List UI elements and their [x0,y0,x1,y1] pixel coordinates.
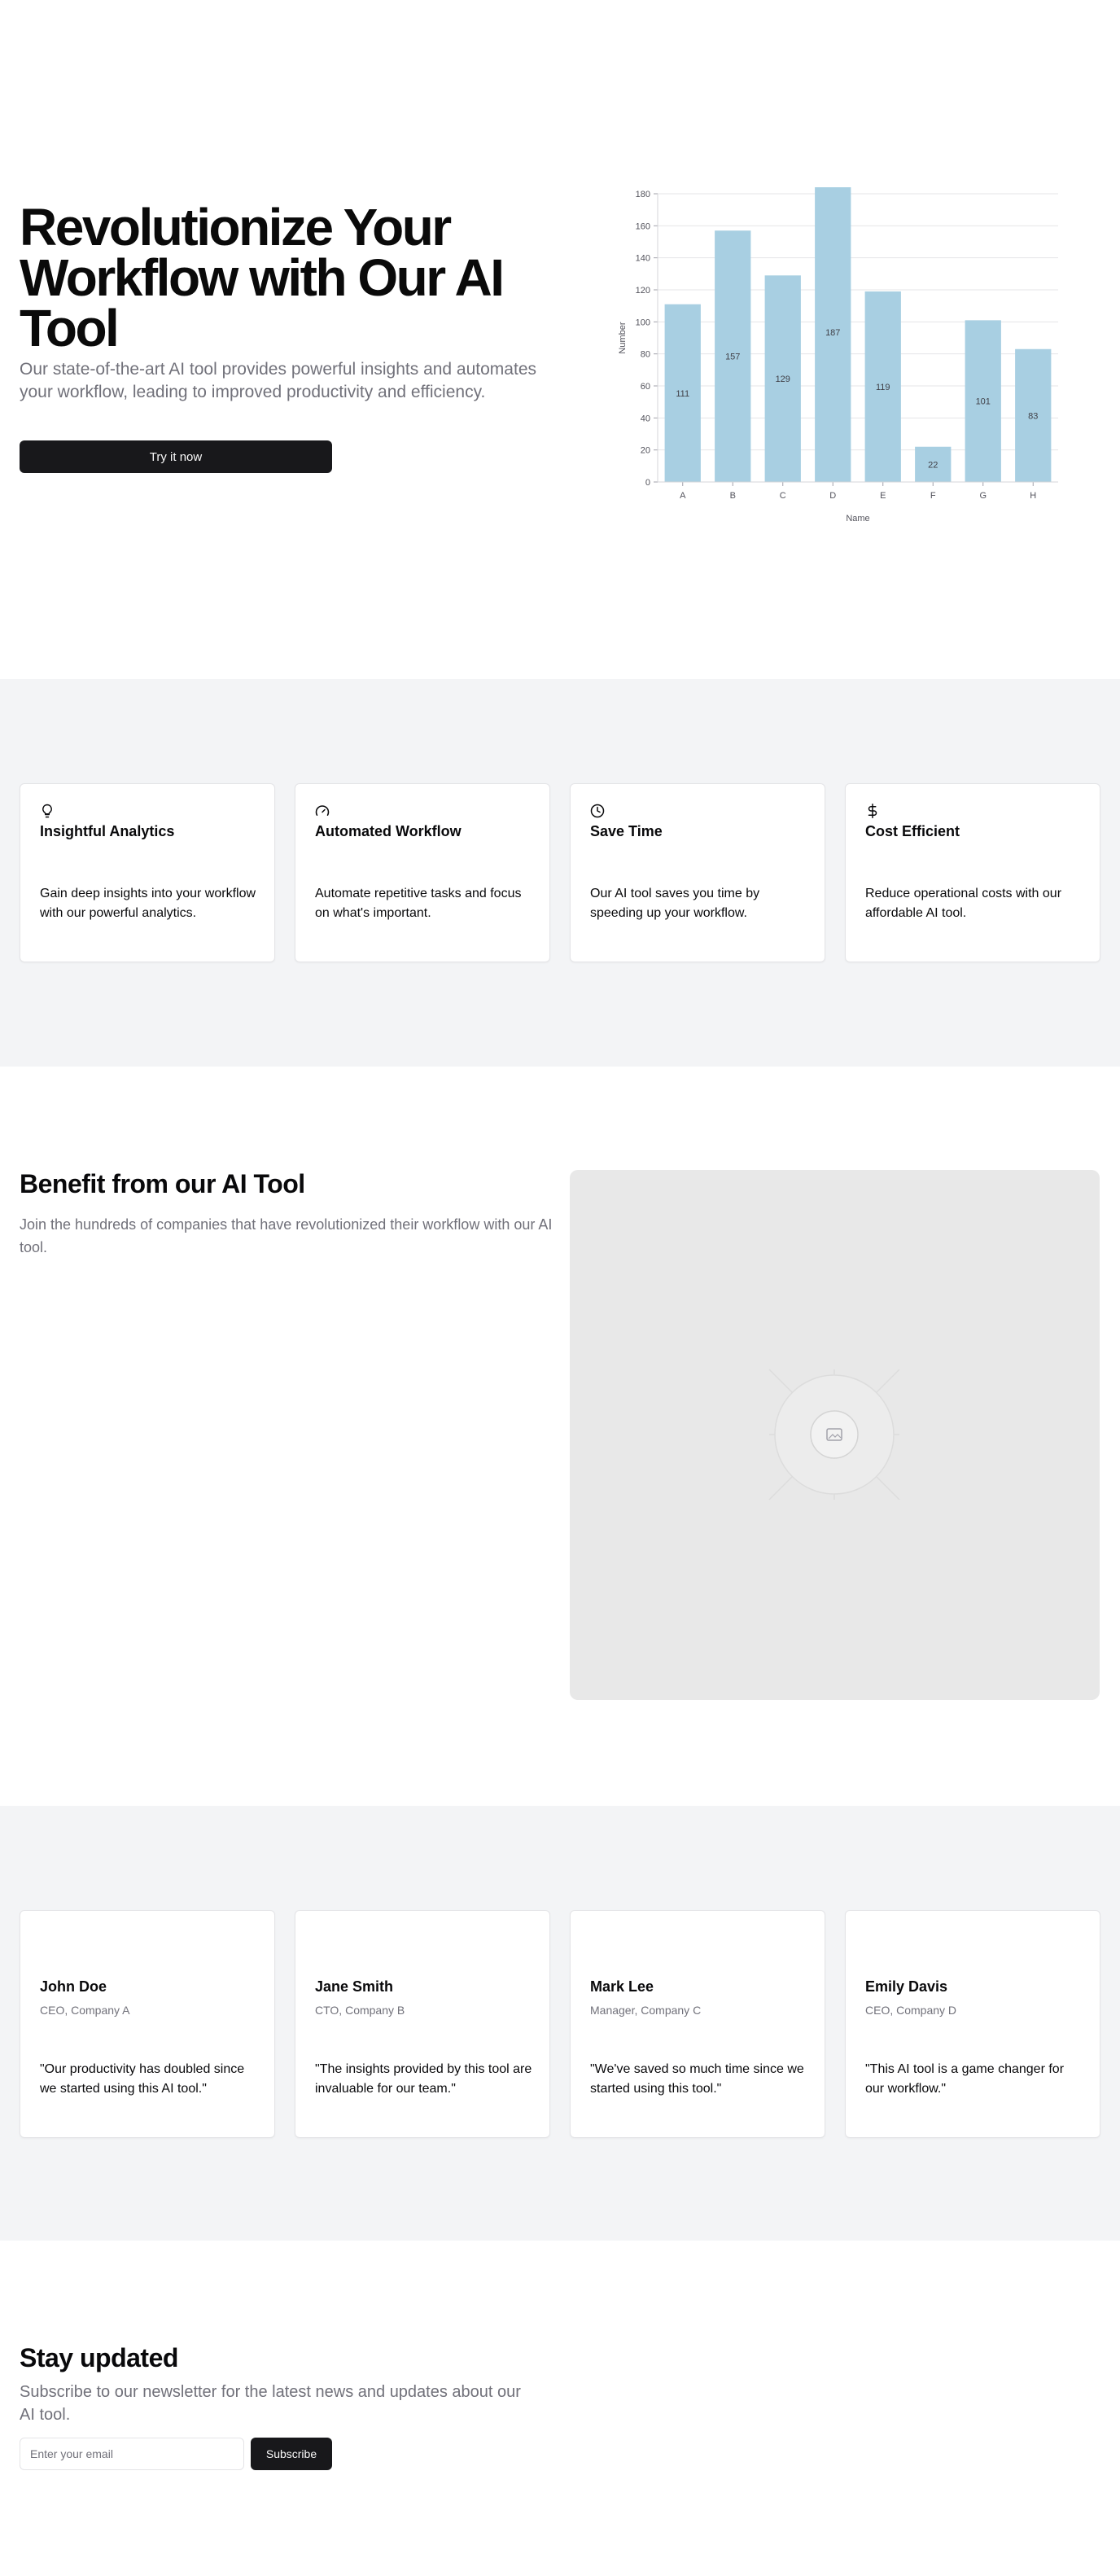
testimonial-name: John Doe [40,1978,107,1995]
testimonial-card: Jane Smith CTO, Company B "The insights … [295,1910,550,2138]
try-it-now-button[interactable]: Try it now [20,440,332,473]
bar-value-label: 119 [876,383,890,392]
testimonial-role: CTO, Company B [315,2004,405,2017]
y-tick-label: 160 [636,221,650,231]
hero-title: Revolutionize Your Workflow with Our AI … [20,198,505,357]
feature-description: Our AI tool saves you time by speeding u… [590,887,760,920]
bar-value-label: 22 [928,460,938,470]
bar-chart: 111 157 129 187 119 22 101 83 A B C D E F G H 0 20 40 60 8… [612,182,1068,529]
bar-value-label: 83 [1028,411,1038,421]
gauge-icon [315,805,330,816]
testimonial-name: Mark Lee [590,1978,654,1995]
x-tick-label: D [829,491,836,501]
bar-chart-svg: 111 157 129 187 119 22 101 83 A B C D E F G H 0 20 40 60 8… [618,182,1058,524]
features-section: Insightful Analytics Gain deep insights … [0,679,1120,1067]
feature-description: Gain deep insights into your workflow wi… [40,887,256,920]
testimonial-name: Jane Smith [315,1978,394,1995]
x-axis-label: Name [846,514,869,524]
feature-title: Cost Efficient [865,823,960,839]
x-tick-label: H [1030,491,1036,501]
x-tick-label: B [730,491,736,501]
feature-description: Automate repetitive tasks and focus on w… [315,887,522,920]
x-tick-label: G [979,491,987,501]
x-tick-label: E [880,491,886,501]
y-tick-label: 120 [636,286,650,296]
newsletter-title: Stay updated [20,2343,178,2372]
feature-card-cost: Cost Efficient Reduce operational costs … [845,783,1100,962]
y-axis-label: Number [618,322,628,353]
lightbulb-icon [42,804,52,818]
email-field[interactable] [20,2438,244,2470]
testimonial-quote: "Our productivity has doubled since we s… [40,2062,245,2096]
feature-title: Insightful Analytics [40,823,175,839]
x-tick-label: F [930,491,936,501]
y-tick-label: 40 [641,414,650,423]
clock-icon [590,804,605,818]
subscribe-button[interactable]: Subscribe [251,2438,332,2470]
testimonial-name: Emily Davis [865,1978,948,1995]
x-tick-label: A [680,491,686,501]
image-placeholder-icon [768,1369,900,1500]
testimonial-card: Mark Lee Manager, Company C "We've saved… [570,1910,825,2138]
feature-description: Reduce operational costs with our afford… [865,887,1062,920]
y-tick-label: 100 [636,318,650,327]
testimonial-quote: "The insights provided by this tool are … [315,2062,532,2096]
y-tick-label: 0 [645,478,650,488]
testimonial-card: John Doe CEO, Company A "Our productivit… [20,1910,275,2138]
y-tick-label: 20 [641,446,650,456]
feature-card-save-time: Save Time Our AI tool saves you time by … [570,783,825,962]
y-tick-label: 180 [636,190,650,199]
testimonial-quote: "This AI tool is a game changer for our … [865,2062,1065,2096]
newsletter-section: Stay updated Subscribe to our newsletter… [0,2241,1120,2576]
benefit-section: Benefit from our AI Tool Join the hundre… [0,1067,1120,1806]
newsletter-subtitle: Subscribe to our newsletter for the late… [20,2383,521,2424]
bar-value-label: 111 [676,389,689,399]
bar-value-label: 187 [825,328,840,338]
testimonial-role: Manager, Company C [590,2004,702,2017]
benefit-subtitle: Join the hundreds of companies that have… [20,1216,553,1255]
feature-card-workflow: Automated Workflow Automate repetitive t… [295,783,550,962]
y-tick-label: 60 [641,382,650,392]
feature-title: Automated Workflow [315,823,462,839]
testimonials-section: John Doe CEO, Company A "Our productivit… [0,1806,1120,2241]
x-tick-label: C [780,491,786,501]
y-tick-label: 80 [641,350,650,360]
benefit-title: Benefit from our AI Tool [20,1169,305,1198]
feature-card-analytics: Insightful Analytics Gain deep insights … [20,783,275,962]
bar-value-label: 157 [725,353,740,362]
hero-section: Revolutionize Your Workflow with Our AI … [0,0,1120,679]
y-tick-label: 140 [636,254,650,264]
benefit-image-placeholder [570,1170,1100,1700]
bar-value-label: 101 [976,397,991,407]
dollar-icon [868,804,877,818]
feature-title: Save Time [590,823,663,839]
testimonial-quote: "We've saved so much time since we start… [590,2062,804,2096]
testimonial-card: Emily Davis CEO, Company D "This AI tool… [845,1910,1100,2138]
hero-subtitle: Our state-of-the-art AI tool provides po… [20,360,536,401]
testimonial-role: CEO, Company D [865,2004,957,2017]
testimonial-role: CEO, Company A [40,2004,130,2017]
bar-value-label: 129 [776,375,790,384]
